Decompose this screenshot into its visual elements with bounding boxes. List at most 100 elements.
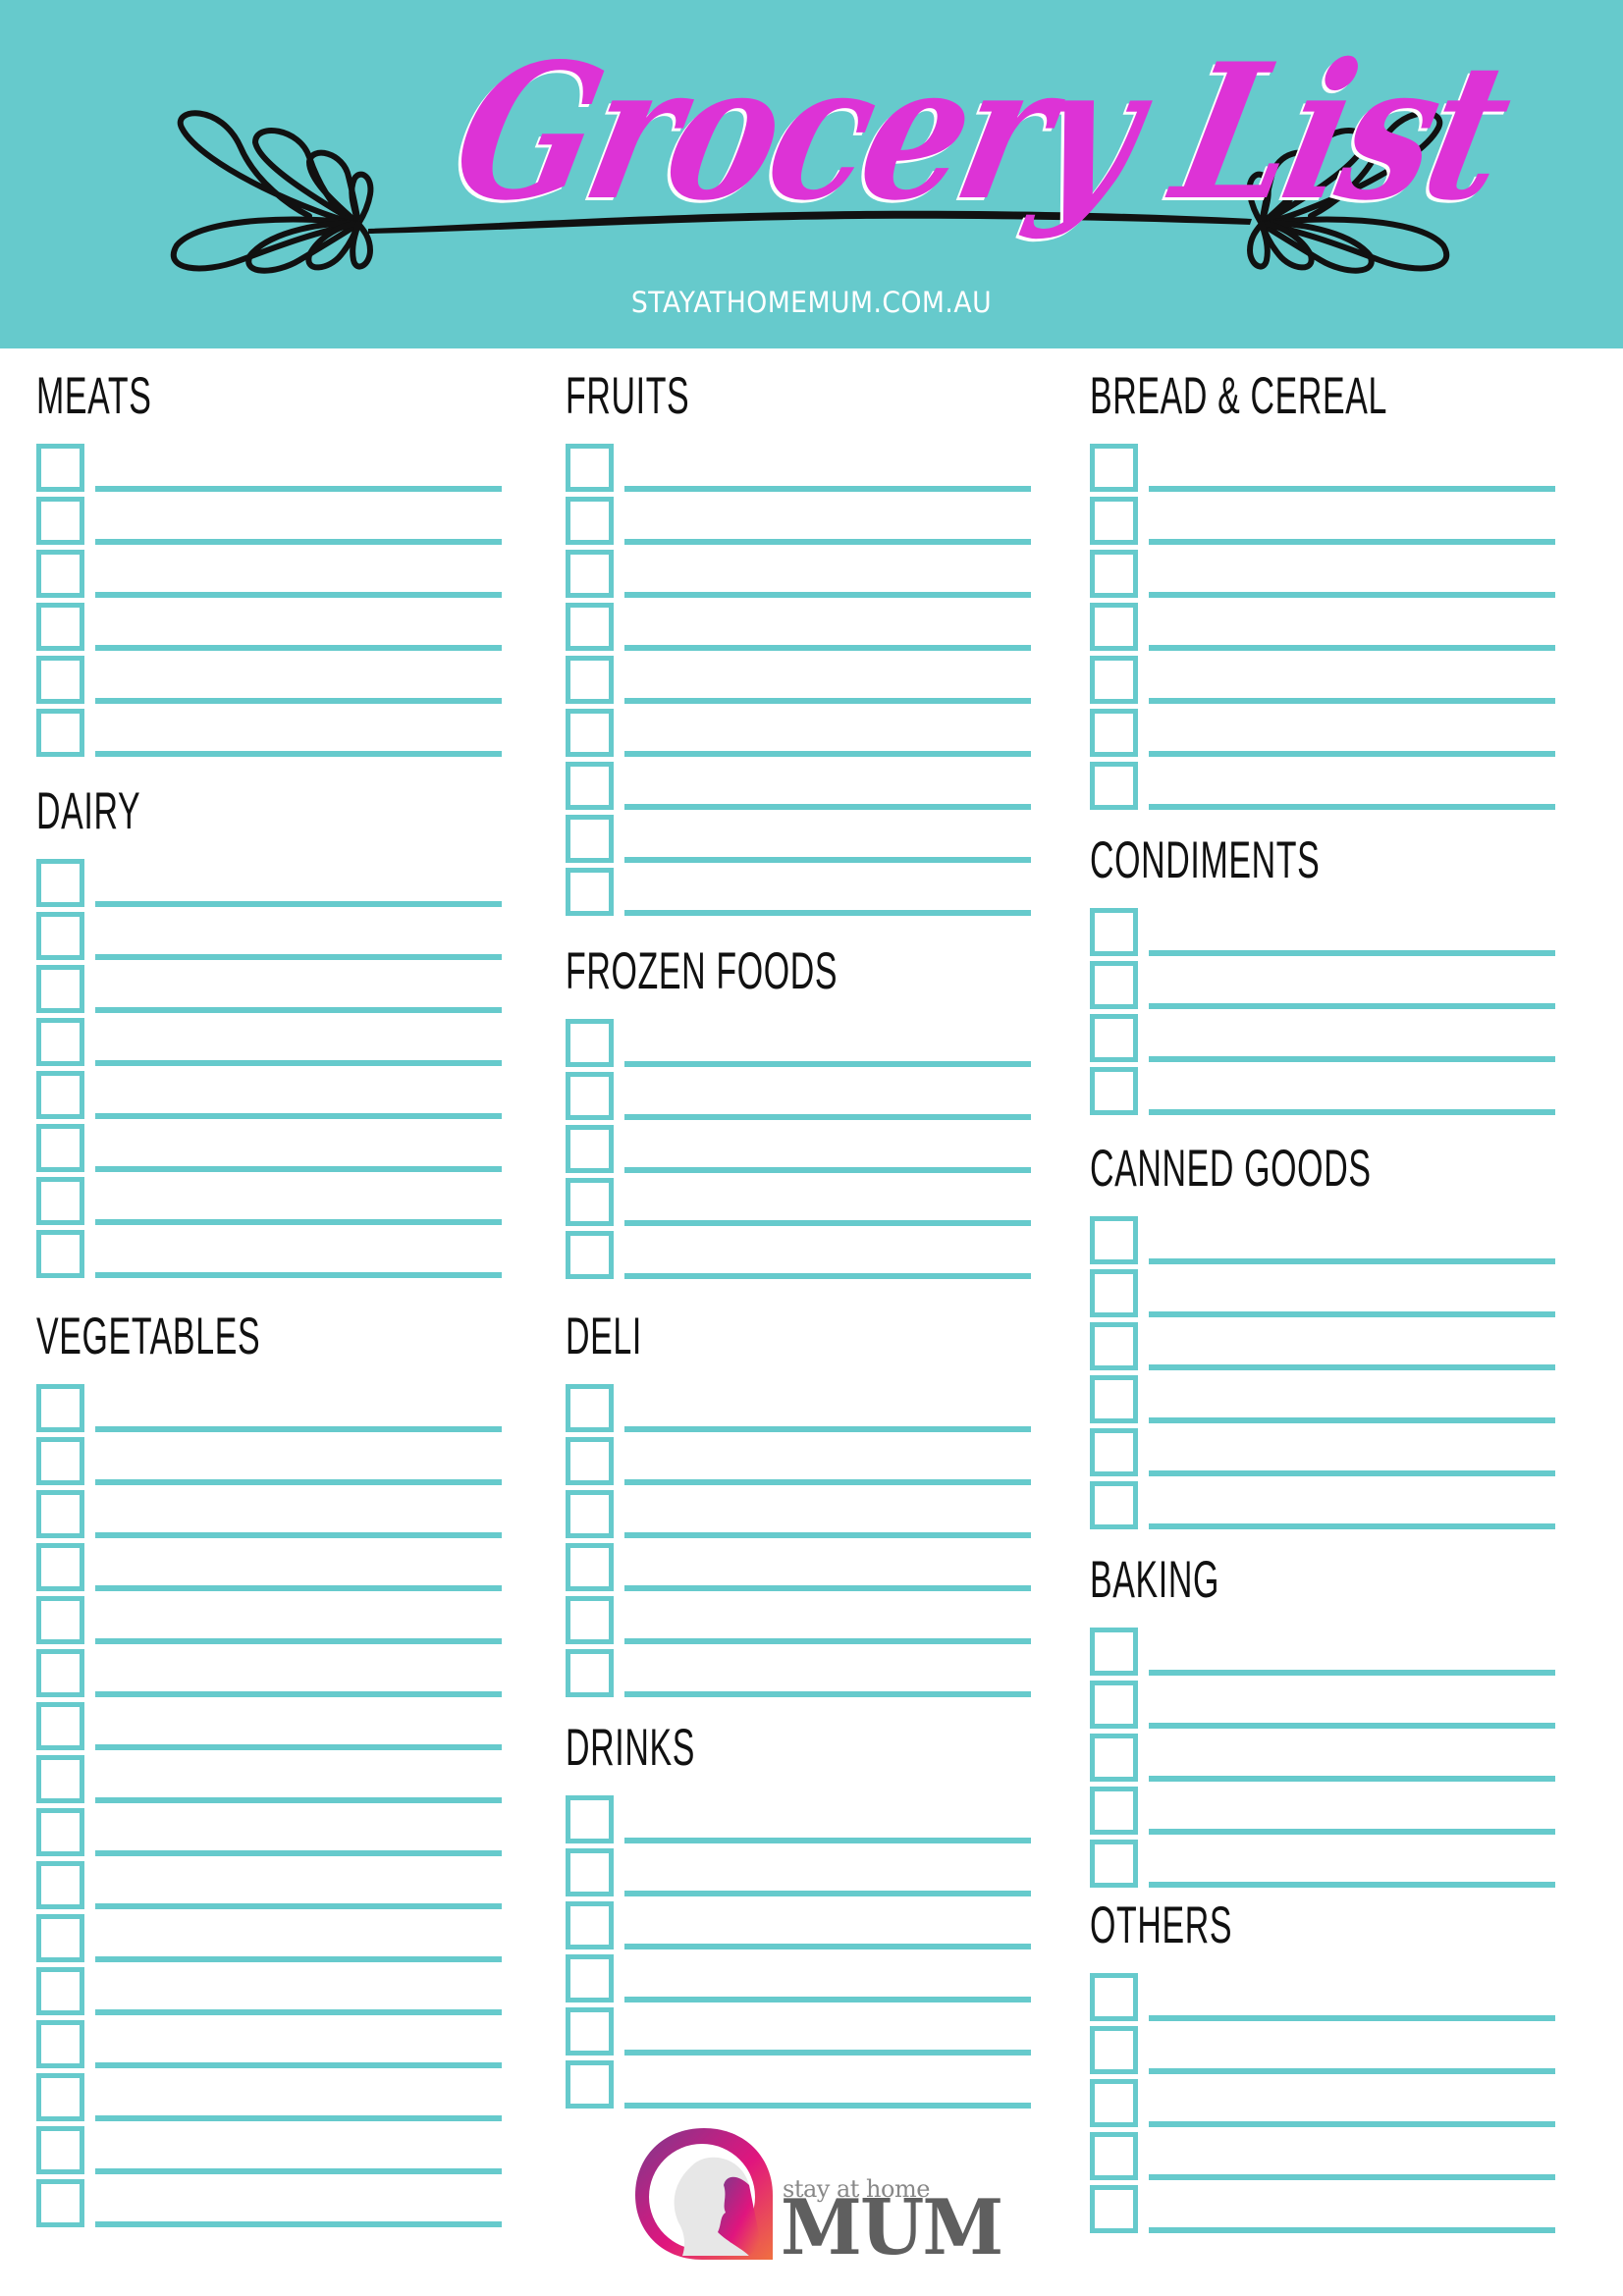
item-checkbox[interactable] [1090,2185,1138,2233]
item-write-line[interactable] [624,1691,1031,1697]
item-write-line[interactable] [624,2103,1031,2109]
item-write-line[interactable] [624,1167,1031,1173]
item-checkbox[interactable] [36,1861,84,1909]
item-write-line[interactable] [95,1113,502,1119]
item-write-line[interactable] [1149,698,1555,704]
item-write-line[interactable] [95,539,502,545]
item-write-line[interactable] [624,698,1031,704]
item-checkbox[interactable] [36,497,84,545]
item-checkbox[interactable] [566,656,614,704]
item-write-line[interactable] [95,645,502,651]
item-write-line[interactable] [1149,1829,1555,1835]
item-write-line[interactable] [624,1273,1031,1279]
item-checkbox[interactable] [566,762,614,810]
item-checkbox[interactable] [1090,1216,1138,1264]
item-write-line[interactable] [95,1219,502,1225]
item-checkbox[interactable] [36,709,84,757]
item-checkbox[interactable] [1090,1428,1138,1476]
item-write-line[interactable] [95,1903,502,1909]
item-checkbox[interactable] [1090,762,1138,810]
item-write-line[interactable] [1149,1056,1555,1062]
item-write-line[interactable] [624,857,1031,863]
item-write-line[interactable] [95,1850,502,1856]
item-write-line[interactable] [624,1220,1031,1226]
item-checkbox[interactable] [566,1954,614,2002]
item-write-line[interactable] [95,2062,502,2068]
item-checkbox[interactable] [36,1649,84,1697]
item-checkbox[interactable] [36,859,84,907]
item-write-line[interactable] [624,1479,1031,1485]
item-checkbox[interactable] [36,1230,84,1278]
item-checkbox[interactable] [566,1019,614,1067]
item-write-line[interactable] [624,539,1031,545]
item-checkbox[interactable] [1090,1375,1138,1423]
item-write-line[interactable] [95,751,502,757]
item-write-line[interactable] [95,2221,502,2227]
item-write-line[interactable] [624,804,1031,810]
item-write-line[interactable] [1149,804,1555,810]
item-checkbox[interactable] [36,1177,84,1225]
item-checkbox[interactable] [1090,497,1138,545]
item-checkbox[interactable] [566,1437,614,1485]
item-write-line[interactable] [624,1838,1031,1843]
item-checkbox[interactable] [566,550,614,598]
item-write-line[interactable] [95,1060,502,1066]
item-write-line[interactable] [624,1532,1031,1538]
item-write-line[interactable] [624,1426,1031,1432]
item-write-line[interactable] [1149,645,1555,651]
item-checkbox[interactable] [36,1914,84,1962]
item-checkbox[interactable] [566,444,614,492]
item-checkbox[interactable] [36,1384,84,1432]
item-checkbox[interactable] [1090,1840,1138,1888]
item-write-line[interactable] [624,1061,1031,1067]
item-write-line[interactable] [624,1638,1031,1644]
item-write-line[interactable] [624,2050,1031,2056]
item-write-line[interactable] [95,592,502,598]
item-checkbox[interactable] [1090,1481,1138,1529]
item-checkbox[interactable] [36,965,84,1013]
item-write-line[interactable] [95,1479,502,1485]
item-write-line[interactable] [95,2115,502,2121]
item-write-line[interactable] [1149,1109,1555,1115]
item-checkbox[interactable] [566,1072,614,1120]
item-write-line[interactable] [624,1114,1031,1120]
item-write-line[interactable] [624,751,1031,757]
item-checkbox[interactable] [566,1543,614,1591]
item-checkbox[interactable] [36,1490,84,1538]
item-checkbox[interactable] [1090,550,1138,598]
item-checkbox[interactable] [566,497,614,545]
item-write-line[interactable] [624,486,1031,492]
item-checkbox[interactable] [566,709,614,757]
item-checkbox[interactable] [566,1231,614,1279]
item-write-line[interactable] [1149,751,1555,757]
item-write-line[interactable] [1149,2121,1555,2127]
item-checkbox[interactable] [36,1437,84,1485]
item-checkbox[interactable] [566,1596,614,1644]
item-checkbox[interactable] [36,1543,84,1591]
item-write-line[interactable] [1149,2174,1555,2180]
item-checkbox[interactable] [36,656,84,704]
item-checkbox[interactable] [1090,1322,1138,1370]
item-checkbox[interactable] [566,2007,614,2056]
item-write-line[interactable] [95,1744,502,1750]
item-checkbox[interactable] [566,815,614,863]
item-write-line[interactable] [95,698,502,704]
item-write-line[interactable] [1149,1258,1555,1264]
item-checkbox[interactable] [566,1649,614,1697]
item-write-line[interactable] [95,1585,502,1591]
item-checkbox[interactable] [36,2126,84,2174]
item-write-line[interactable] [624,1891,1031,1896]
item-write-line[interactable] [1149,2227,1555,2233]
item-checkbox[interactable] [36,603,84,651]
item-write-line[interactable] [1149,1523,1555,1529]
item-write-line[interactable] [1149,2015,1555,2021]
item-write-line[interactable] [1149,486,1555,492]
item-checkbox[interactable] [36,1967,84,2015]
item-checkbox[interactable] [1090,1787,1138,1835]
item-checkbox[interactable] [566,1125,614,1173]
item-write-line[interactable] [95,1007,502,1013]
item-checkbox[interactable] [36,1124,84,1172]
item-write-line[interactable] [95,1272,502,1278]
item-write-line[interactable] [95,1956,502,1962]
item-checkbox[interactable] [566,603,614,651]
